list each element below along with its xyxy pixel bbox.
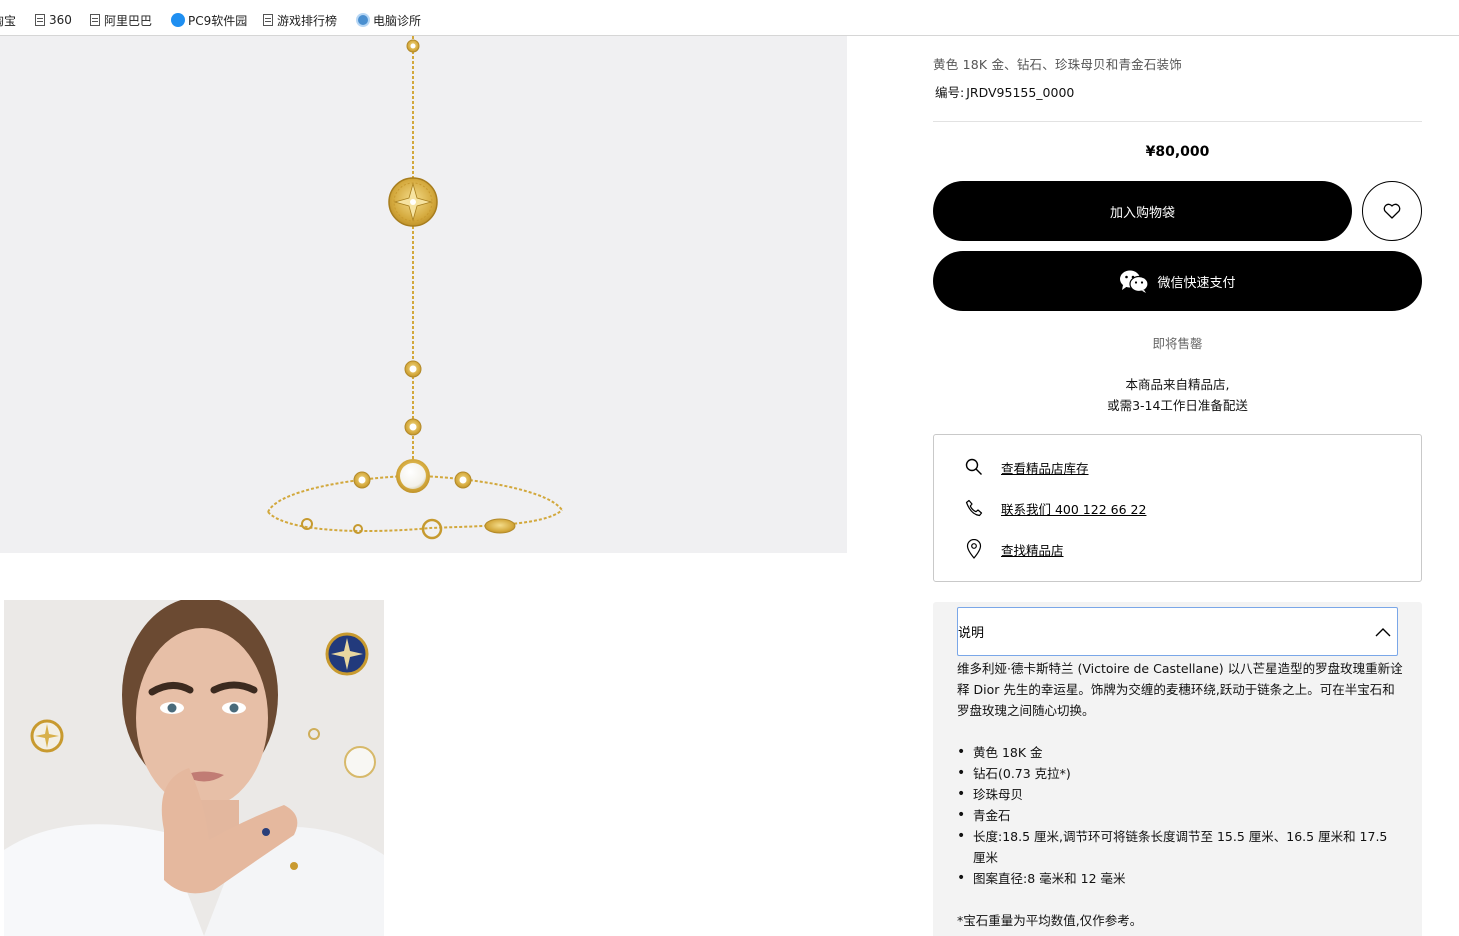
bookmark-alibaba[interactable]: 阿里巴巴: [90, 11, 152, 29]
add-to-bag-button[interactable]: 加入购物袋: [933, 181, 1352, 241]
description-title: 说明: [958, 626, 985, 641]
description-body: 维多利娅·德卡斯特兰 (Victoire de Castellane) 以八芒星…: [957, 658, 1403, 931]
bookmark-label: PC9软件园: [188, 13, 248, 28]
bookmark-label: 电脑诊所: [373, 13, 422, 28]
wechat-pay-button[interactable]: 微信快速支付: [933, 251, 1422, 311]
bookmark-360[interactable]: 360: [35, 11, 72, 29]
search-icon: [964, 457, 984, 477]
phone-icon: [964, 498, 984, 518]
bookmark-pc-clinic[interactable]: 电脑诊所: [356, 11, 421, 29]
model-portrait-image[interactable]: [4, 600, 384, 936]
bookmarks-bar: 淘宝 360 阿里巴巴 PC9软件园 游戏排行榜 电脑诊所: [0, 0, 1459, 36]
clinic-logo-icon: [356, 13, 370, 27]
bracelet-illustration: [267, 36, 563, 540]
chevron-up-icon: [1375, 627, 1391, 637]
location-pin-icon: [964, 539, 984, 559]
availability-status: 即将售罄: [1152, 336, 1203, 351]
document-icon: [35, 14, 45, 26]
bookmark-pc9[interactable]: PC9软件园: [171, 11, 247, 29]
service-find-boutique[interactable]: 查找精品店: [964, 539, 1064, 559]
list-item: 钻石(0.73 克拉*): [957, 763, 1403, 784]
bookmark-label: 360: [49, 13, 72, 27]
document-icon: [263, 14, 273, 26]
portrait-illustration: [4, 600, 384, 936]
divider: [933, 121, 1422, 122]
bookmark-label: 阿里巴巴: [104, 13, 153, 28]
boutique-note: 本商品来自精品店, 或需3-14工作日准备配送: [933, 374, 1422, 416]
product-image[interactable]: [0, 36, 847, 553]
boutique-stock-link[interactable]: 查看精品店库存: [1001, 458, 1089, 477]
bookmark-game-ranking[interactable]: 游戏排行榜: [263, 11, 337, 29]
services-box: 查看精品店库存 联系我们 400 122 66 22 查找精品店: [933, 434, 1422, 582]
service-contact[interactable]: 联系我们 400 122 66 22: [964, 498, 1146, 518]
list-item: 长度:18.5 厘米,调节环可将链条长度调节至 15.5 厘米、16.5 厘米和…: [957, 826, 1403, 868]
description-panel: 说明 维多利娅·德卡斯特兰 (Victoire de Castellane) 以…: [933, 602, 1422, 936]
heart-icon: [1383, 203, 1401, 219]
wechat-icon: [1119, 269, 1150, 293]
wechat-pay-label: 微信快速支付: [1157, 275, 1236, 291]
bookmark-taobao[interactable]: 淘宝: [0, 11, 16, 29]
boutique-note-line2: 或需3-14工作日准备配送: [1107, 398, 1248, 413]
wishlist-button[interactable]: [1362, 181, 1422, 241]
list-item: 黄色 18K 金: [957, 742, 1403, 763]
reference-label: 编号:: [935, 85, 965, 100]
pc9-logo-icon: [171, 13, 185, 27]
document-icon: [90, 14, 100, 26]
bookmark-label: 游戏排行榜: [277, 13, 338, 28]
list-item: 青金石: [957, 805, 1403, 826]
contact-link[interactable]: 联系我们 400 122 66 22: [1001, 499, 1146, 518]
product-price: ¥80,000: [1145, 144, 1210, 160]
reference-value: JRDV95155_0000: [966, 85, 1075, 100]
description-list: 黄色 18K 金 钻石(0.73 克拉*) 珍珠母贝 青金石 长度:18.5 厘…: [957, 742, 1403, 889]
list-item: 图案直径:8 毫米和 12 毫米: [957, 868, 1403, 889]
boutique-note-line1: 本商品来自精品店,: [1125, 377, 1230, 392]
add-to-bag-label: 加入购物袋: [1109, 205, 1175, 221]
description-footnote: *宝石重量为平均数值,仅作参考。: [957, 913, 1143, 928]
product-subtitle: 黄色 18K 金、钻石、珍珠母贝和青金石装饰: [933, 57, 1182, 72]
product-reference: 编号: JRDV95155_0000: [933, 82, 1074, 101]
service-boutique-stock[interactable]: 查看精品店库存: [964, 457, 1089, 477]
list-item: 珍珠母贝: [957, 784, 1403, 805]
description-intro: 维多利娅·德卡斯特兰 (Victoire de Castellane) 以八芒星…: [957, 661, 1403, 718]
description-toggle[interactable]: 说明: [957, 607, 1398, 656]
bookmark-label: 淘宝: [0, 13, 17, 28]
find-boutique-link[interactable]: 查找精品店: [1001, 540, 1064, 559]
